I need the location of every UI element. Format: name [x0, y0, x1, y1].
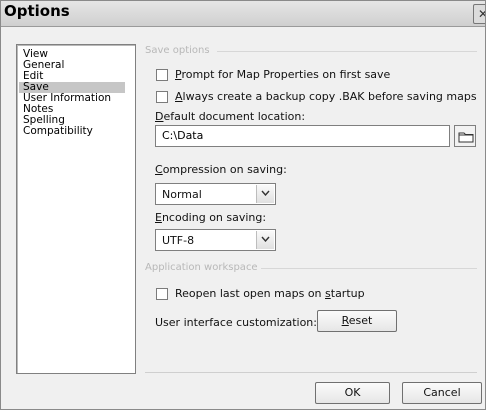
prompt-map-properties-checkbox[interactable] [156, 69, 168, 81]
browse-folder-button[interactable] [454, 125, 476, 147]
settings-pane: Save options Prompt for Map Properties o… [145, 39, 477, 369]
prompt-map-properties-label[interactable]: Prompt for Map Properties on first save [175, 68, 390, 81]
folder-icon [458, 132, 474, 143]
title-bar[interactable]: Options ✕ [1, 1, 485, 27]
encoding-select[interactable]: UTF-8 [155, 229, 276, 251]
default-location-value: C:\Data [162, 129, 204, 142]
ok-button[interactable]: OK [315, 382, 390, 404]
section-save-options-title: Save options [145, 45, 210, 56]
compression-dropdown-button[interactable] [256, 185, 274, 203]
category-list[interactable]: View General Edit Save User Information … [16, 44, 136, 374]
encoding-selected-value: UTF-8 [162, 234, 195, 247]
footer-separator [145, 372, 477, 373]
chevron-down-icon [261, 190, 270, 196]
backup-bak-checkbox[interactable] [156, 91, 168, 103]
reopen-maps-checkbox[interactable] [156, 288, 168, 300]
cancel-button[interactable]: Cancel [402, 382, 482, 404]
sidebar-item-compatibility[interactable]: Compatibility [19, 126, 125, 137]
backup-bak-label[interactable]: Always create a backup copy .BAK before … [175, 90, 477, 103]
compression-selected-value: Normal [162, 188, 202, 201]
reset-button[interactable]: Reset [317, 310, 397, 332]
section-divider [261, 268, 477, 269]
ui-customization-label: User interface customization: [155, 316, 317, 329]
compression-select[interactable]: Normal [155, 183, 276, 205]
options-dialog: Options ✕ View General Edit Save User In… [0, 0, 486, 410]
compression-label: Compression on saving: [155, 163, 287, 176]
section-divider [217, 51, 477, 52]
close-icon[interactable]: ✕ [473, 4, 485, 24]
default-location-input[interactable]: C:\Data [155, 125, 450, 147]
section-application-workspace-title: Application workspace [145, 262, 258, 273]
chevron-down-icon [261, 236, 270, 242]
encoding-dropdown-button[interactable] [256, 231, 274, 249]
encoding-label: Encoding on saving: [155, 211, 267, 224]
reopen-maps-label[interactable]: Reopen last open maps on startup [175, 287, 365, 300]
default-location-label: Default document location: [155, 110, 306, 123]
window-title: Options [4, 2, 70, 20]
